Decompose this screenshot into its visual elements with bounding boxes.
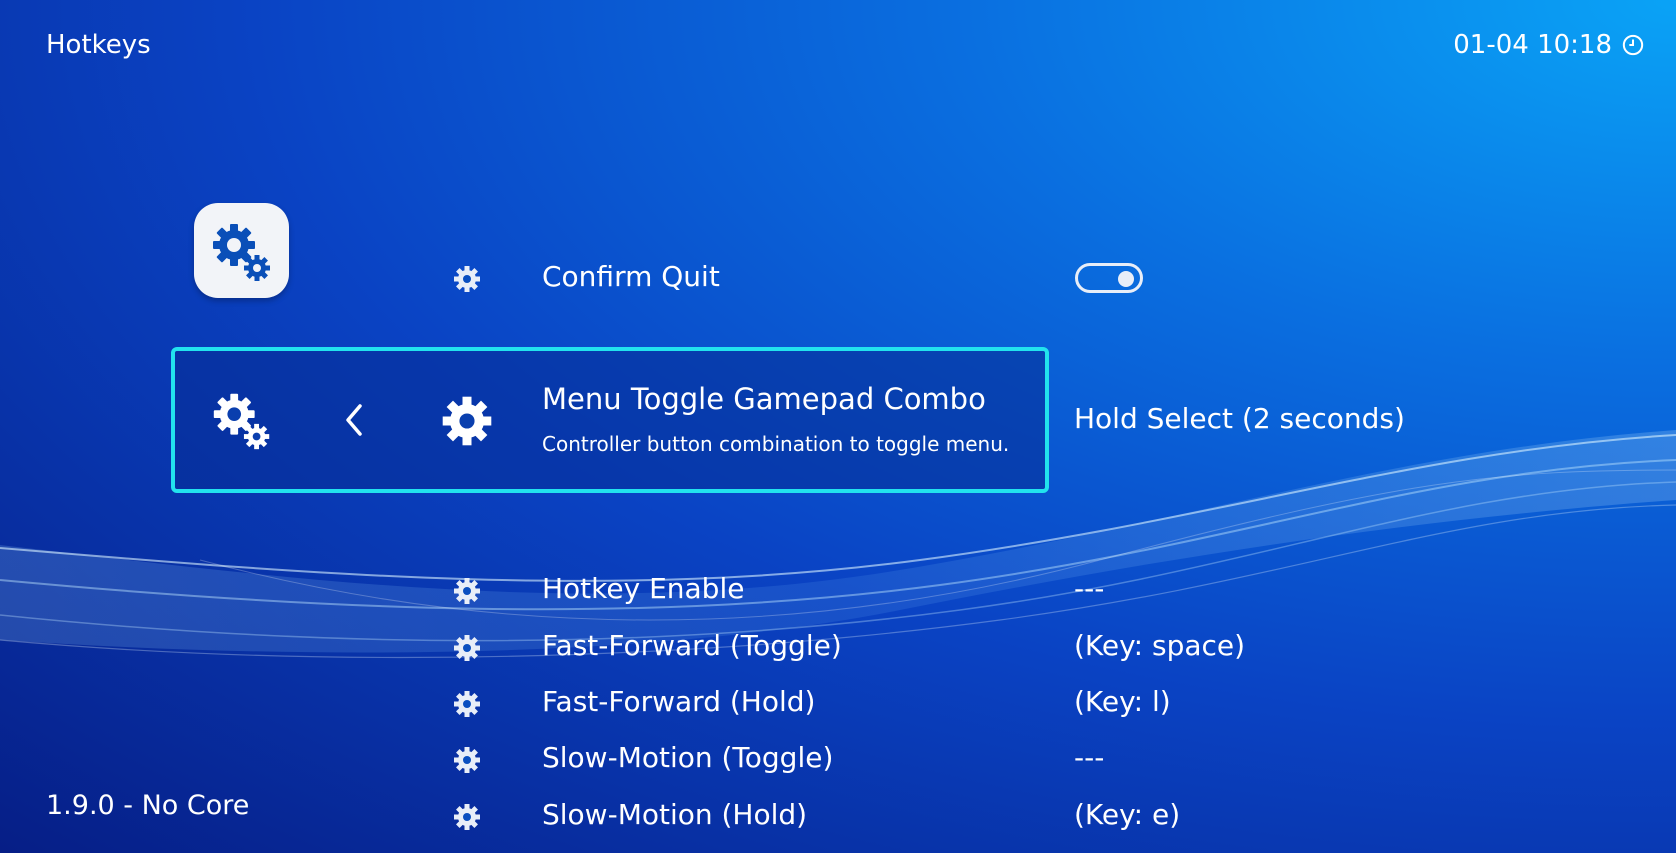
- gear-icon: [454, 578, 480, 604]
- selected-item-description: Controller button combination to toggle …: [542, 432, 1010, 456]
- list-item-value: (Key: space): [1074, 629, 1246, 662]
- gear-icon: [442, 396, 492, 446]
- gear-icon: [454, 691, 480, 717]
- gear-icon: [454, 747, 480, 773]
- list-item-value: (Key: l): [1074, 685, 1171, 718]
- settings-gears-icon: [213, 393, 270, 450]
- confirm-quit-toggle[interactable]: [1075, 263, 1143, 293]
- settings-gears-icon: [212, 223, 270, 281]
- clock: 01-04 10:18: [1453, 30, 1644, 60]
- list-item-value: ---: [1074, 572, 1105, 605]
- clock-icon: [1622, 34, 1644, 56]
- settings-category-icon[interactable]: [194, 203, 289, 298]
- list-item-label[interactable]: Fast-Forward (Toggle): [542, 629, 842, 662]
- list-item-label[interactable]: Slow-Motion (Toggle): [542, 741, 833, 774]
- list-item-label[interactable]: Fast-Forward (Hold): [542, 685, 815, 718]
- list-item-value: (Key: e): [1074, 798, 1181, 831]
- gear-icon: [454, 804, 480, 830]
- selected-menu-item[interactable]: [171, 347, 1049, 493]
- datetime-text: 01-04 10:18: [1453, 30, 1612, 60]
- list-item-label[interactable]: Slow-Motion (Hold): [542, 798, 807, 831]
- version-status: 1.9.0 - No Core: [46, 790, 250, 821]
- chevron-left-icon[interactable]: [340, 400, 368, 440]
- toggle-knob: [1118, 271, 1134, 287]
- list-item-label[interactable]: Hotkey Enable: [542, 572, 744, 605]
- page-title: Hotkeys: [46, 30, 151, 60]
- list-item-value: ---: [1074, 741, 1105, 774]
- gear-icon: [454, 266, 480, 292]
- selected-item-value[interactable]: Hold Select (2 seconds): [1074, 402, 1405, 435]
- confirm-quit-label[interactable]: Confirm Quit: [542, 260, 720, 293]
- selected-item-label[interactable]: Menu Toggle Gamepad Combo: [542, 382, 986, 416]
- gear-icon: [454, 635, 480, 661]
